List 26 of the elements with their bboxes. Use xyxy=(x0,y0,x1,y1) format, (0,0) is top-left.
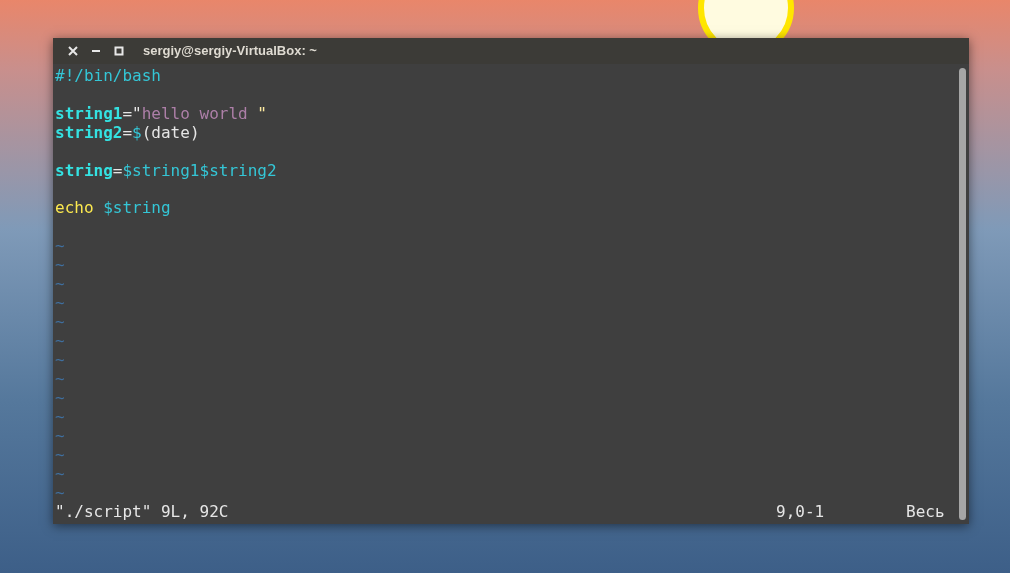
window-title: sergiy@sergiy-VirtualBox: ~ xyxy=(143,42,317,61)
empty-line-marker: ~ xyxy=(55,236,65,256)
empty-line-marker: ~ xyxy=(55,369,65,389)
empty-line-marker: ~ xyxy=(55,445,65,465)
code-line: string2=$(date) xyxy=(55,122,200,142)
close-icon[interactable] xyxy=(66,44,80,58)
code-line: string=$string1$string2 xyxy=(55,160,277,180)
empty-line-marker: ~ xyxy=(55,312,65,332)
empty-line-marker: ~ xyxy=(55,350,65,370)
empty-line-marker: ~ xyxy=(55,464,65,484)
empty-line-marker: ~ xyxy=(55,426,65,446)
cursor-position: 9,0-1 xyxy=(776,502,826,524)
empty-line-marker: ~ xyxy=(55,274,65,294)
maximize-icon[interactable] xyxy=(112,44,126,58)
scroll-position: Весь xyxy=(906,502,946,524)
code-line: string1="hello world " xyxy=(55,103,267,123)
empty-line-marker: ~ xyxy=(55,293,65,313)
scrollbar-thumb[interactable] xyxy=(959,68,966,520)
empty-line-marker: ~ xyxy=(55,331,65,351)
code-line: echo $string xyxy=(55,198,171,218)
file-info: "./script" 9L, 92C xyxy=(55,502,230,524)
empty-line-marker: ~ xyxy=(55,483,65,503)
empty-line-marker: ~ xyxy=(55,255,65,275)
empty-line-marker: ~ xyxy=(55,407,65,427)
code-line: #!/bin/bash xyxy=(55,66,161,85)
empty-line-marker: ~ xyxy=(55,388,65,408)
